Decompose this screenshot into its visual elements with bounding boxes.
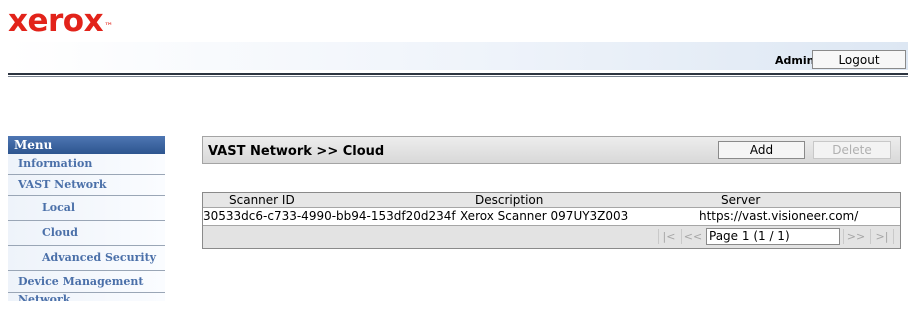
page-title-panel: VAST Network >> Cloud Add Delete bbox=[202, 136, 901, 164]
cell-server: https://vast.visioneer.com/ bbox=[699, 209, 859, 223]
logout-button[interactable]: Logout bbox=[812, 50, 906, 69]
pagination-bar: |< << Page 1 (1 / 1) >> >| bbox=[203, 226, 900, 248]
next-page-button[interactable]: >> bbox=[843, 229, 868, 244]
column-header-scanner-id[interactable]: Scanner ID bbox=[229, 193, 295, 207]
page-title: VAST Network >> Cloud bbox=[208, 144, 385, 159]
menu-item-information[interactable]: Information bbox=[8, 154, 165, 175]
cell-scanner-id: 30533dc6-c733-4990-bb94-153df20d234f bbox=[203, 209, 456, 223]
user-name: Admin bbox=[775, 54, 815, 67]
side-menu: Menu Information VAST Network Local Clou… bbox=[8, 136, 165, 301]
column-header-server[interactable]: Server bbox=[721, 193, 760, 207]
menu-item-vast-network[interactable]: VAST Network bbox=[8, 175, 165, 196]
top-bar bbox=[8, 42, 908, 70]
table-header: Scanner ID Description Server bbox=[203, 193, 900, 208]
trademark-symbol: ™ bbox=[104, 22, 113, 32]
scanner-table: Scanner ID Description Server 30533dc6-c… bbox=[202, 192, 901, 249]
logo-text: xerox bbox=[8, 3, 104, 39]
add-button[interactable]: Add bbox=[718, 141, 805, 159]
cell-description: Xerox Scanner 097UY3Z003 bbox=[460, 209, 629, 223]
xerox-logo: xerox™ bbox=[8, 3, 113, 39]
menu-item-device-management[interactable]: Device Management bbox=[8, 271, 165, 293]
delete-button[interactable]: Delete bbox=[813, 141, 891, 159]
menu-item-cloud[interactable]: Cloud bbox=[8, 221, 165, 246]
column-header-description[interactable]: Description bbox=[475, 193, 543, 207]
first-page-button[interactable]: |< bbox=[658, 229, 679, 244]
last-page-button[interactable]: >| bbox=[870, 229, 894, 244]
menu-item-local[interactable]: Local bbox=[8, 196, 165, 221]
previous-page-button[interactable]: << bbox=[681, 229, 704, 244]
top-divider-thin bbox=[8, 76, 908, 77]
menu-item-network[interactable]: Network bbox=[8, 293, 165, 301]
top-divider bbox=[8, 73, 908, 75]
page-indicator[interactable]: Page 1 (1 / 1) bbox=[706, 228, 840, 245]
menu-title: Menu bbox=[8, 136, 165, 154]
table-row[interactable]: 30533dc6-c733-4990-bb94-153df20d234f Xer… bbox=[203, 208, 900, 226]
menu-item-advanced-security[interactable]: Advanced Security bbox=[8, 246, 165, 271]
